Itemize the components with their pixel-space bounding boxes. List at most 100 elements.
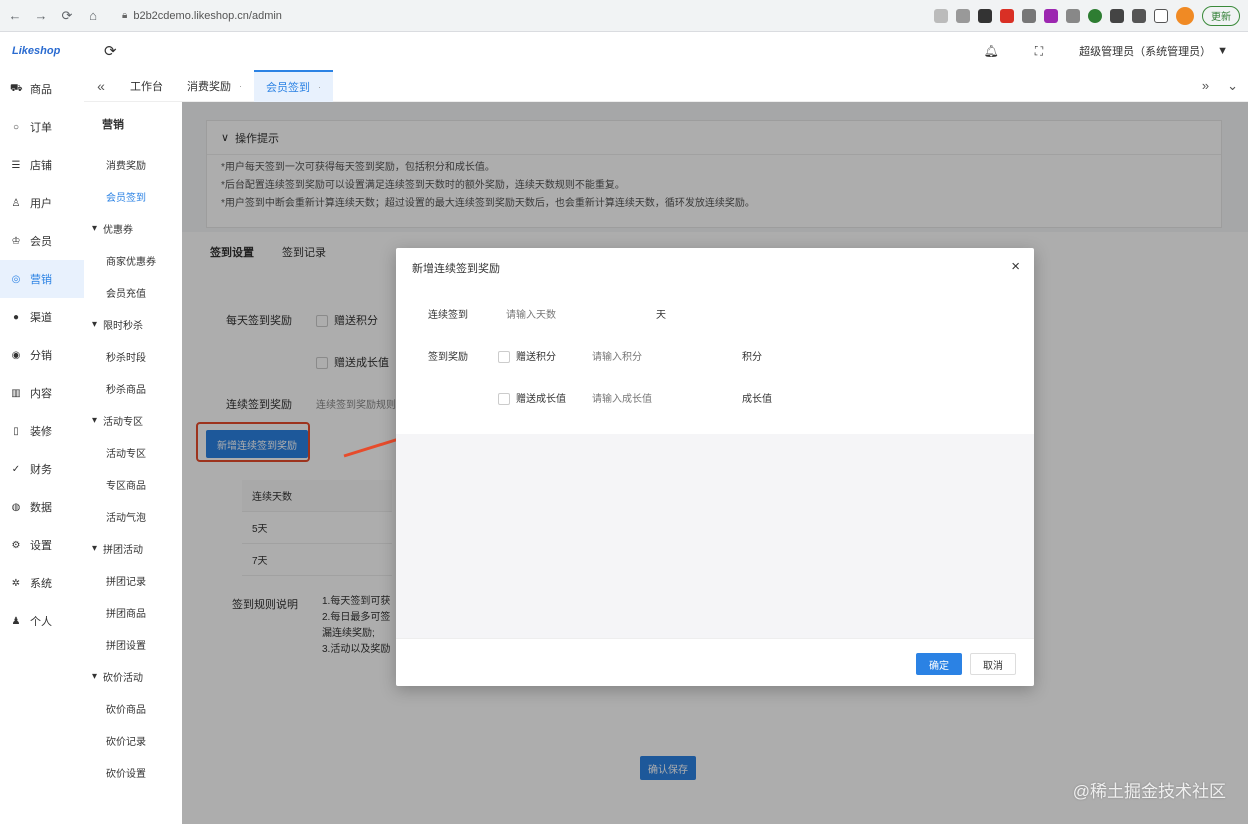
back-icon[interactable]: ← — [4, 5, 26, 27]
sidebar-item-10[interactable]: ✓ 财务 — [0, 450, 84, 488]
close-icon[interactable]: · — [239, 81, 242, 91]
user-menu[interactable]: 超级管理员（系统管理员） ▼ — [1079, 43, 1228, 59]
tab-consume-reward[interactable]: 消费奖励 · — [175, 70, 254, 102]
sidebar-item-5[interactable]: ◎ 营销 — [0, 260, 84, 298]
extension-icon[interactable] — [1000, 8, 1014, 23]
distribution-icon: ◉ — [11, 349, 21, 361]
sub-nav-item[interactable]: 拼团记录 — [84, 564, 182, 596]
extension-icon[interactable] — [978, 8, 992, 23]
close-icon[interactable]: × — [1011, 258, 1020, 275]
reload-icon[interactable]: ⟳ — [56, 5, 78, 27]
points-checkbox[interactable]: 赠送积分 — [498, 348, 556, 364]
refresh-icon[interactable]: ⟳ — [104, 42, 117, 60]
sidebar-item-0[interactable]: ⛟ 商品 — [0, 70, 84, 108]
extensions-area: 更新 — [934, 5, 1248, 26]
order-icon: ○ — [12, 121, 20, 133]
points-input[interactable]: 请输入积分 — [592, 348, 732, 363]
sidebar-item-12[interactable]: ⚙ 设置 — [0, 526, 84, 564]
caret-down-icon: ▾ — [92, 542, 98, 554]
growth-input[interactable]: 请输入成长值 — [592, 390, 732, 405]
sidebar-item-13[interactable]: ✲ 系统 — [0, 564, 84, 602]
address-bar[interactable]: 🔒︎ b2b2cdemo.likeshop.cn/admin — [114, 4, 874, 27]
extension-icon[interactable] — [1088, 8, 1102, 23]
sub-nav-item[interactable]: 会员签到 — [84, 180, 182, 212]
sub-nav-item[interactable]: 拼团设置 — [84, 628, 182, 660]
update-button[interactable]: 更新 — [1202, 5, 1240, 26]
sub-nav-group[interactable]: ▾ 活动专区 — [84, 404, 182, 436]
sidebar-item-9[interactable]: ▯ 装修 — [0, 412, 84, 450]
sub-nav-item[interactable]: 消费奖励 — [84, 148, 182, 180]
settings-icon: ⚙ — [11, 539, 21, 551]
caret-down-icon: ▼ — [1217, 45, 1228, 57]
sidebar-item-label: 内容 — [30, 388, 52, 400]
sub-nav-item[interactable]: 砍价设置 — [84, 756, 182, 788]
tab-workbench[interactable]: 工作台 — [118, 70, 175, 102]
sub-nav-item[interactable]: 砍价商品 — [84, 692, 182, 724]
sub-nav-item[interactable]: 专区商品 — [84, 468, 182, 500]
confirm-button[interactable]: 确定 — [916, 653, 962, 675]
user-name: 超级管理员（系统管理员） — [1079, 46, 1212, 58]
close-icon[interactable]: · — [318, 82, 321, 92]
collapse-icon[interactable]: « — [84, 78, 118, 94]
checkbox[interactable] — [498, 393, 510, 406]
sub-nav-item[interactable]: 秒杀时段 — [84, 340, 182, 372]
extension-icon[interactable] — [1022, 8, 1036, 23]
dialog-empty-area — [396, 434, 1034, 638]
extension-icon[interactable] — [1044, 8, 1058, 23]
share-icon[interactable] — [934, 8, 948, 23]
sub-nav-item[interactable]: 活动专区 — [84, 436, 182, 468]
content-icon: ▥ — [11, 387, 21, 399]
sub-nav-item[interactable]: 砍价记录 — [84, 724, 182, 756]
sub-nav-group[interactable]: ▾ 拼团活动 — [84, 532, 182, 564]
growth-checkbox[interactable]: 赠送成长值 — [498, 390, 566, 406]
sidebar-item-2[interactable]: ☰ 店铺 — [0, 146, 84, 184]
avatar[interactable] — [1176, 6, 1194, 25]
checkbox-label: 赠送成长值 — [516, 394, 566, 405]
sub-nav-label: 优惠券 — [103, 224, 134, 236]
sub-nav-group[interactable]: ▾ 限时秒杀 — [84, 308, 182, 340]
sub-nav-item[interactable]: 活动气泡 — [84, 500, 182, 532]
sidebar-item-14[interactable]: ♟ 个人 — [0, 602, 84, 640]
watermark: @稀土掘金技术社区 — [1072, 782, 1226, 801]
sidebar-item-4[interactable]: ♔ 会员 — [0, 222, 84, 260]
sidebar-item-11[interactable]: ◍ 数据 — [0, 488, 84, 526]
sub-sidebar: 营销 消费奖励 会员签到 ▾ 优惠券 商家优惠券 会员充值 ▾ 限时秒杀 秒杀时段 秒杀商品 ▾ 活动… — [84, 102, 182, 824]
sub-nav-label: 商家优惠券 — [106, 256, 156, 268]
sub-nav-group[interactable]: ▾ 砍价活动 — [84, 660, 182, 692]
sidebar-item-8[interactable]: ▥ 内容 — [0, 374, 84, 412]
tab-member-signin[interactable]: 会员签到 · — [254, 69, 333, 102]
tab-bar: « 工作台 消费奖励 · 会员签到 · » ⌄ — [84, 69, 1248, 102]
bell-icon[interactable]: 🔔︎ — [983, 44, 998, 58]
sidepanel-icon[interactable] — [1154, 8, 1168, 23]
sub-nav-item[interactable]: 会员充值 — [84, 276, 182, 308]
chevron-double-right-icon[interactable]: » — [1202, 78, 1209, 94]
sub-nav-item[interactable]: 商家优惠券 — [84, 244, 182, 276]
chevron-down-icon[interactable]: ⌄ — [1227, 78, 1238, 94]
caret-down-icon: ▾ — [92, 222, 98, 234]
sidebar-item-3[interactable]: ♙ 用户 — [0, 184, 84, 222]
checkbox[interactable] — [498, 351, 510, 364]
home-icon[interactable]: ⌂ — [82, 5, 104, 27]
sub-nav-group[interactable]: ▾ 优惠券 — [84, 212, 182, 244]
sidebar-item-label: 设置 — [30, 540, 52, 552]
fullscreen-icon[interactable]: ⛶ — [1035, 44, 1043, 59]
sidebar-item-6[interactable]: ● 渠道 — [0, 298, 84, 336]
sub-nav-item[interactable]: 拼团商品 — [84, 596, 182, 628]
forward-icon[interactable]: → — [30, 5, 52, 27]
store-icon: ☰ — [11, 159, 21, 171]
bookmark-star-icon[interactable] — [956, 8, 970, 23]
days-label: 连续签到 — [428, 310, 468, 321]
extension-icon[interactable] — [1066, 8, 1080, 23]
marketing-icon: ◎ — [11, 273, 21, 285]
sidebar-item-label: 商品 — [30, 84, 52, 96]
sidebar-item-1[interactable]: ○ 订单 — [0, 108, 84, 146]
extension-icon[interactable] — [1110, 8, 1124, 23]
days-input[interactable]: 请输入天数 — [506, 306, 646, 321]
sidebar-item-label: 个人 — [30, 616, 52, 628]
data-icon: ◍ — [11, 501, 21, 513]
sidebar-item-7[interactable]: ◉ 分销 — [0, 336, 84, 374]
cancel-button[interactable]: 取消 — [970, 653, 1016, 675]
puzzle-icon[interactable] — [1132, 8, 1146, 23]
sub-nav-item[interactable]: 秒杀商品 — [84, 372, 182, 404]
tab-label: 工作台 — [130, 80, 163, 93]
